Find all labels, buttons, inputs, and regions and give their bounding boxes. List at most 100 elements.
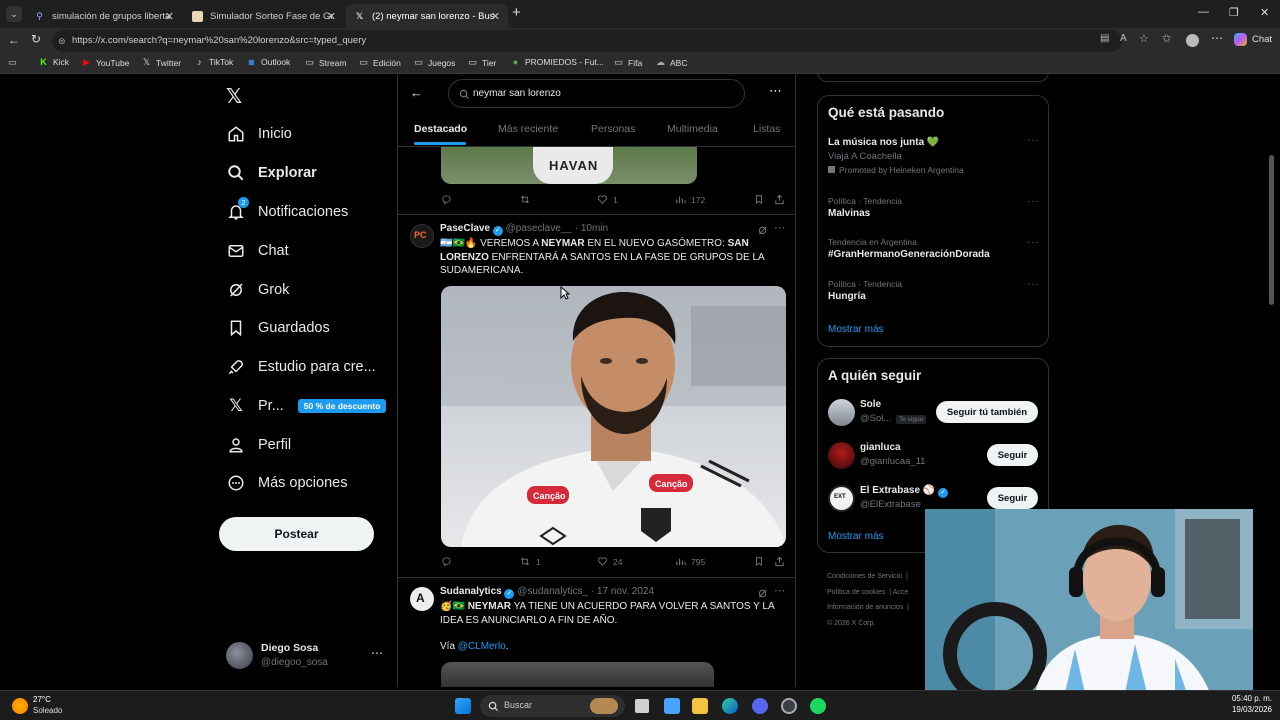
nav-item-inicio[interactable]: Inicio	[226, 119, 292, 149]
tab-listas[interactable]: Listas	[753, 123, 780, 135]
weather-widget[interactable]: 27°C Soleado	[12, 695, 92, 717]
bookmark-outlook[interactable]: ◙ Outlook	[246, 57, 291, 67]
nav-item-guardados[interactable]: Guardados	[226, 313, 330, 343]
reload-icon[interactable]: ↻	[31, 32, 41, 46]
discord-icon[interactable]	[752, 698, 768, 714]
nav-item-explorar[interactable]: Explorar	[226, 158, 317, 188]
trend-more-icon[interactable]: ···	[1027, 237, 1040, 248]
tweet-more-icon[interactable]: ⋯	[774, 221, 785, 234]
tab-multimedia[interactable]: Multimedia	[667, 123, 718, 135]
nav-item-perfil[interactable]: Perfil	[226, 430, 291, 460]
retweet-button[interactable]: 1	[519, 556, 541, 567]
trend-more-icon[interactable]: ···	[1027, 279, 1040, 290]
x-logo-icon[interactable]: 𝕏	[226, 84, 242, 109]
page-scrollbar[interactable]	[1268, 75, 1276, 687]
tweet-photo[interactable]: Canção Canção	[441, 286, 786, 547]
windows-start-icon[interactable]	[455, 698, 471, 714]
close-window-button[interactable]: ✕	[1260, 6, 1269, 19]
show-more-link[interactable]: Mostrar más	[828, 531, 884, 542]
bookmark-tiktok[interactable]: ♪ TikTok	[194, 57, 233, 67]
url-field[interactable]: ⊜ https://x.com/search?q=neymar%20san%20…	[52, 30, 1122, 52]
minimize-button[interactable]: —	[1198, 6, 1209, 18]
file-explorer-icon[interactable]	[692, 698, 708, 714]
tab-mas-reciente[interactable]: Más reciente	[498, 123, 558, 135]
site-info-icon[interactable]: ⊜	[58, 30, 66, 52]
footer-link-accessibility[interactable]: Acce	[893, 589, 909, 596]
author-handle[interactable]: @sudanalytics_	[517, 586, 588, 597]
favorite-star-icon[interactable]: ☆	[1139, 32, 1149, 45]
share-button[interactable]	[774, 194, 790, 205]
author-name[interactable]: PaseClave	[440, 223, 490, 234]
taskbar-clock[interactable]: 05:40 p. m. 19/03/2026	[1210, 694, 1272, 714]
like-button[interactable]: 24	[597, 556, 622, 567]
like-button[interactable]: 1	[597, 194, 618, 205]
nav-item-mas-opciones[interactable]: Más opciones	[226, 468, 347, 498]
browser-tab-1[interactable]: ⚲ simulación de grupos libertadores ✕	[26, 4, 182, 28]
new-tab-button[interactable]: +	[512, 4, 521, 21]
trend-more-icon[interactable]: ···	[1027, 196, 1040, 207]
bookmark-button[interactable]	[754, 194, 769, 205]
post-button[interactable]: Postear	[219, 517, 374, 551]
trend-item[interactable]: Política · Tendencia Malvinas ···	[828, 196, 1040, 224]
edge-icon[interactable]	[722, 698, 738, 714]
bookmark-button[interactable]	[754, 556, 769, 567]
account-switcher[interactable]: Diego Sosa @diegoo_sosa ⋯	[226, 640, 386, 674]
tweet-time[interactable]: 10min	[581, 223, 608, 234]
browser-tab-2[interactable]: Simulador Sorteo Fase de Grupos ✕	[184, 4, 344, 28]
close-icon[interactable]: ✕	[491, 10, 500, 23]
nav-item-estudio[interactable]: Estudio para cre...	[226, 352, 376, 382]
bookmark-edicion[interactable]: ▭ Edición	[358, 57, 401, 68]
tweet-more-icon[interactable]: ⋯	[774, 584, 785, 597]
tweet-avatar[interactable]: PC	[410, 224, 434, 248]
mention-link[interactable]: @CLMerlo	[458, 641, 506, 652]
taskbar-search[interactable]: Buscar	[480, 695, 625, 717]
trend-item[interactable]: Tendencia en Argentina #GranHermanoGener…	[828, 237, 1040, 265]
follow-button[interactable]: Seguir	[987, 444, 1038, 466]
browser-tab-3[interactable]: 𝕏 (2) neymar san lorenzo - Buscar / X ✕	[346, 4, 508, 28]
reply-button[interactable]	[441, 556, 457, 567]
spotify-icon[interactable]	[810, 698, 826, 714]
maximize-button[interactable]: ❐	[1229, 6, 1239, 19]
tweet-photo-partial[interactable]	[441, 662, 714, 687]
bookmark-fifa[interactable]: ▭ Fifa	[613, 57, 642, 68]
account-more-icon[interactable]: ⋯	[371, 646, 383, 660]
tweet-image-partial[interactable]: HAVAN	[441, 147, 697, 184]
bookmark-twitter[interactable]: 𝕏 Twitter	[141, 57, 181, 68]
reader-icon[interactable]: ▤	[1100, 33, 1109, 44]
tweet-avatar[interactable]: A	[410, 587, 434, 611]
author-handle[interactable]: @paseclave__	[506, 223, 572, 234]
profile-avatar-icon[interactable]	[1186, 34, 1199, 47]
tab-actions-button[interactable]: ⌄	[6, 6, 22, 22]
search-options-icon[interactable]: ⋯	[769, 83, 782, 99]
steam-icon[interactable]	[781, 698, 797, 714]
nav-item-premium[interactable]: 𝕏 Pr... 50 % de descuento	[226, 391, 387, 421]
close-icon[interactable]: ✕	[165, 10, 174, 23]
footer-link-cookies[interactable]: Política de cookies	[827, 589, 885, 596]
close-icon[interactable]: ✕	[327, 10, 336, 23]
back-icon[interactable]: ←	[8, 33, 20, 47]
nav-item-notificaciones[interactable]: 2 Notificaciones	[226, 197, 348, 227]
store-icon[interactable]	[664, 698, 680, 714]
follow-back-button[interactable]: Seguir tú también	[936, 401, 1038, 423]
copilot-chat-button[interactable]: Chat	[1234, 33, 1272, 46]
search-input[interactable]: neymar san lorenzo	[448, 79, 745, 108]
footer-link-terms[interactable]: Condiciones de Servicio	[827, 573, 902, 580]
bookmark-juegos[interactable]: ▭ Juegos	[413, 57, 455, 68]
follow-button[interactable]: Seguir	[987, 487, 1038, 509]
show-more-link[interactable]: Mostrar más	[828, 324, 884, 335]
bookmark-abc[interactable]: ☁ ABC	[655, 57, 687, 68]
favorites-icon[interactable]: ✩	[1162, 32, 1171, 45]
bookmark-promiedos[interactable]: ● PROMIEDOS - Fut...	[510, 57, 604, 67]
browser-menu-icon[interactable]: ⋯	[1211, 31, 1223, 45]
tab-destacado[interactable]: Destacado	[414, 123, 467, 145]
scrollbar-thumb[interactable]	[1269, 155, 1274, 305]
nav-item-grok[interactable]: Grok	[226, 275, 289, 305]
reading-list-icon[interactable]: ▭	[8, 57, 17, 68]
footer-link-ads[interactable]: Información de anuncios	[827, 604, 903, 611]
task-view-icon[interactable]	[635, 699, 649, 713]
bookmark-kick[interactable]: K Kick	[38, 57, 69, 67]
back-arrow-icon[interactable]: ←	[410, 85, 423, 100]
reply-button[interactable]	[441, 194, 457, 205]
read-aloud-icon[interactable]: A	[1120, 33, 1127, 44]
views-button[interactable]: 172	[675, 194, 705, 205]
